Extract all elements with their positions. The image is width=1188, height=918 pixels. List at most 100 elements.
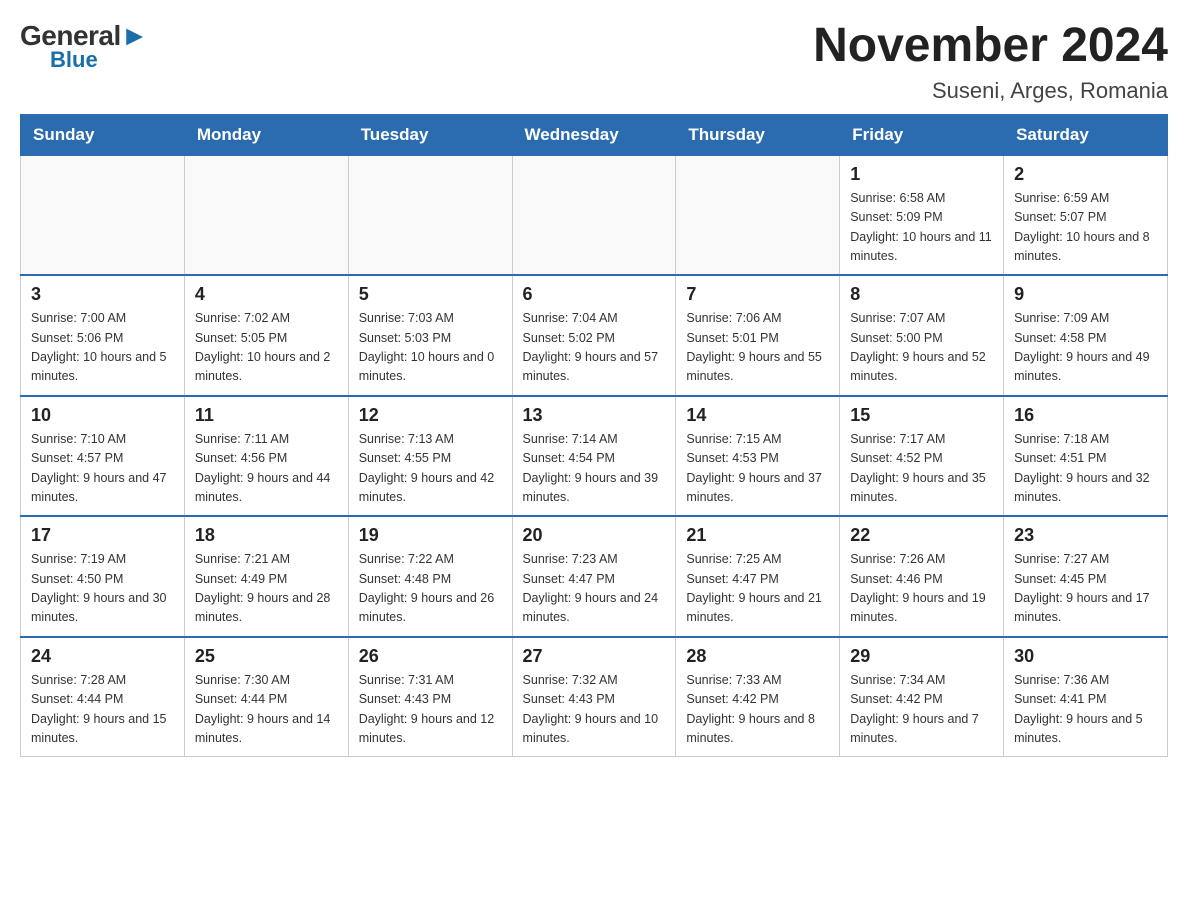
day-number: 18 [195,525,338,546]
calendar-cell: 29 Sunrise: 7:34 AMSunset: 4:42 PMDayligh… [840,637,1004,757]
day-number: 5 [359,284,502,305]
calendar-cell: 25Sunrise: 7:30 AMSunset: 4:44 PMDayligh… [184,637,348,757]
calendar-table: SundayMondayTuesdayWednesdayThursdayFrid… [20,114,1168,758]
calendar-cell: 12Sunrise: 7:13 AMSunset: 4:55 PMDayligh… [348,396,512,517]
calendar-cell: 1 Sunrise: 6:58 AMSunset: 5:09 PMDaylight… [840,155,1004,275]
calendar-cell: 28 Sunrise: 7:33 AMSunset: 4:42 PMDayligh… [676,637,840,757]
day-number: 24 [31,646,174,667]
calendar-cell: 14Sunrise: 7:15 AMSunset: 4:53 PMDayligh… [676,396,840,517]
calendar-week-5: 24 Sunrise: 7:28 AMSunset: 4:44 PMDayligh… [21,637,1168,757]
day-info: Sunrise: 7:33 AMSunset: 4:42 PMDaylight:… [686,671,829,749]
day-info: Sunrise: 7:02 AMSunset: 5:05 PMDaylight:… [195,309,338,387]
day-number: 2 [1014,164,1157,185]
calendar-cell: 18 Sunrise: 7:21 AMSunset: 4:49 PMDayligh… [184,516,348,637]
calendar-subtitle: Suseni, Arges, Romania [813,78,1168,104]
day-number: 13 [523,405,666,426]
calendar-cell: 3 Sunrise: 7:00 AMSunset: 5:06 PMDaylight… [21,275,185,396]
day-number: 27 [523,646,666,667]
day-info: Sunrise: 7:06 AMSunset: 5:01 PMDaylight:… [686,309,829,387]
day-number: 22 [850,525,993,546]
day-info: Sunrise: 7:34 AMSunset: 4:42 PMDaylight:… [850,671,993,749]
logo: General► Blue [20,20,148,73]
day-header-monday: Monday [184,114,348,155]
calendar-cell: 9 Sunrise: 7:09 AMSunset: 4:58 PMDaylight… [1004,275,1168,396]
day-info: Sunrise: 7:18 AMSunset: 4:51 PMDaylight:… [1014,430,1157,508]
calendar-cell: 4 Sunrise: 7:02 AMSunset: 5:05 PMDaylight… [184,275,348,396]
day-number: 10 [31,405,174,426]
day-info: Sunrise: 7:36 AMSunset: 4:41 PMDaylight:… [1014,671,1157,749]
day-number: 29 [850,646,993,667]
day-info: Sunrise: 7:22 AMSunset: 4:48 PMDaylight:… [359,550,502,628]
day-number: 25 [195,646,338,667]
day-info: Sunrise: 7:17 AMSunset: 4:52 PMDaylight:… [850,430,993,508]
calendar-cell [21,155,185,275]
day-info: Sunrise: 7:04 AMSunset: 5:02 PMDaylight:… [523,309,666,387]
day-info: Sunrise: 7:32 AMSunset: 4:43 PMDaylight:… [523,671,666,749]
calendar-week-2: 3 Sunrise: 7:00 AMSunset: 5:06 PMDaylight… [21,275,1168,396]
day-info: Sunrise: 7:19 AMSunset: 4:50 PMDaylight:… [31,550,174,628]
day-info: Sunrise: 7:25 AMSunset: 4:47 PMDaylight:… [686,550,829,628]
calendar-week-3: 10 Sunrise: 7:10 AMSunset: 4:57 PMDayligh… [21,396,1168,517]
day-number: 17 [31,525,174,546]
calendar-cell: 23 Sunrise: 7:27 AMSunset: 4:45 PMDayligh… [1004,516,1168,637]
calendar-cell: 6 Sunrise: 7:04 AMSunset: 5:02 PMDaylight… [512,275,676,396]
day-info: Sunrise: 7:03 AMSunset: 5:03 PMDaylight:… [359,309,502,387]
day-number: 15 [850,405,993,426]
day-info: Sunrise: 7:09 AMSunset: 4:58 PMDaylight:… [1014,309,1157,387]
day-number: 28 [686,646,829,667]
calendar-cell: 15 Sunrise: 7:17 AMSunset: 4:52 PMDayligh… [840,396,1004,517]
calendar-week-4: 17 Sunrise: 7:19 AMSunset: 4:50 PMDayligh… [21,516,1168,637]
day-number: 6 [523,284,666,305]
day-info: Sunrise: 7:31 AMSunset: 4:43 PMDaylight:… [359,671,502,749]
day-number: 9 [1014,284,1157,305]
day-number: 8 [850,284,993,305]
calendar-cell: 7 Sunrise: 7:06 AMSunset: 5:01 PMDaylight… [676,275,840,396]
day-info: Sunrise: 7:27 AMSunset: 4:45 PMDaylight:… [1014,550,1157,628]
day-number: 21 [686,525,829,546]
day-number: 12 [359,405,502,426]
day-info: Sunrise: 7:21 AMSunset: 4:49 PMDaylight:… [195,550,338,628]
day-number: 16 [1014,405,1157,426]
day-number: 4 [195,284,338,305]
calendar-cell: 21 Sunrise: 7:25 AMSunset: 4:47 PMDayligh… [676,516,840,637]
calendar-cell: 22Sunrise: 7:26 AMSunset: 4:46 PMDayligh… [840,516,1004,637]
calendar-cell [184,155,348,275]
calendar-cell [348,155,512,275]
day-number: 19 [359,525,502,546]
day-number: 11 [195,405,338,426]
day-number: 26 [359,646,502,667]
calendar-cell: 5 Sunrise: 7:03 AMSunset: 5:03 PMDaylight… [348,275,512,396]
calendar-week-1: 1 Sunrise: 6:58 AMSunset: 5:09 PMDaylight… [21,155,1168,275]
day-info: Sunrise: 7:11 AMSunset: 4:56 PMDaylight:… [195,430,338,508]
day-info: Sunrise: 7:15 AMSunset: 4:53 PMDaylight:… [686,430,829,508]
day-header-tuesday: Tuesday [348,114,512,155]
calendar-cell: 8 Sunrise: 7:07 AMSunset: 5:00 PMDaylight… [840,275,1004,396]
day-info: Sunrise: 6:59 AMSunset: 5:07 PMDaylight:… [1014,189,1157,267]
calendar-cell: 17 Sunrise: 7:19 AMSunset: 4:50 PMDayligh… [21,516,185,637]
day-header-sunday: Sunday [21,114,185,155]
calendar-cell: 20Sunrise: 7:23 AMSunset: 4:47 PMDayligh… [512,516,676,637]
day-info: Sunrise: 7:07 AMSunset: 5:00 PMDaylight:… [850,309,993,387]
calendar-title: November 2024 [813,20,1168,73]
day-number: 23 [1014,525,1157,546]
day-info: Sunrise: 7:28 AMSunset: 4:44 PMDaylight:… [31,671,174,749]
day-number: 3 [31,284,174,305]
calendar-cell: 19 Sunrise: 7:22 AMSunset: 4:48 PMDayligh… [348,516,512,637]
calendar-cell: 13 Sunrise: 7:14 AMSunset: 4:54 PMDayligh… [512,396,676,517]
logo-blue-text: Blue [50,47,98,73]
day-info: Sunrise: 6:58 AMSunset: 5:09 PMDaylight:… [850,189,993,267]
calendar-cell [512,155,676,275]
calendar-cell: 27 Sunrise: 7:32 AMSunset: 4:43 PMDayligh… [512,637,676,757]
day-info: Sunrise: 7:00 AMSunset: 5:06 PMDaylight:… [31,309,174,387]
calendar-cell: 2 Sunrise: 6:59 AMSunset: 5:07 PMDaylight… [1004,155,1168,275]
day-number: 30 [1014,646,1157,667]
day-info: Sunrise: 7:14 AMSunset: 4:54 PMDaylight:… [523,430,666,508]
day-info: Sunrise: 7:23 AMSunset: 4:47 PMDaylight:… [523,550,666,628]
calendar-cell: 11 Sunrise: 7:11 AMSunset: 4:56 PMDayligh… [184,396,348,517]
calendar-header-row: SundayMondayTuesdayWednesdayThursdayFrid… [21,114,1168,155]
calendar-cell: 24 Sunrise: 7:28 AMSunset: 4:44 PMDayligh… [21,637,185,757]
day-number: 7 [686,284,829,305]
day-number: 1 [850,164,993,185]
calendar-cell: 30 Sunrise: 7:36 AMSunset: 4:41 PMDayligh… [1004,637,1168,757]
day-info: Sunrise: 7:10 AMSunset: 4:57 PMDaylight:… [31,430,174,508]
